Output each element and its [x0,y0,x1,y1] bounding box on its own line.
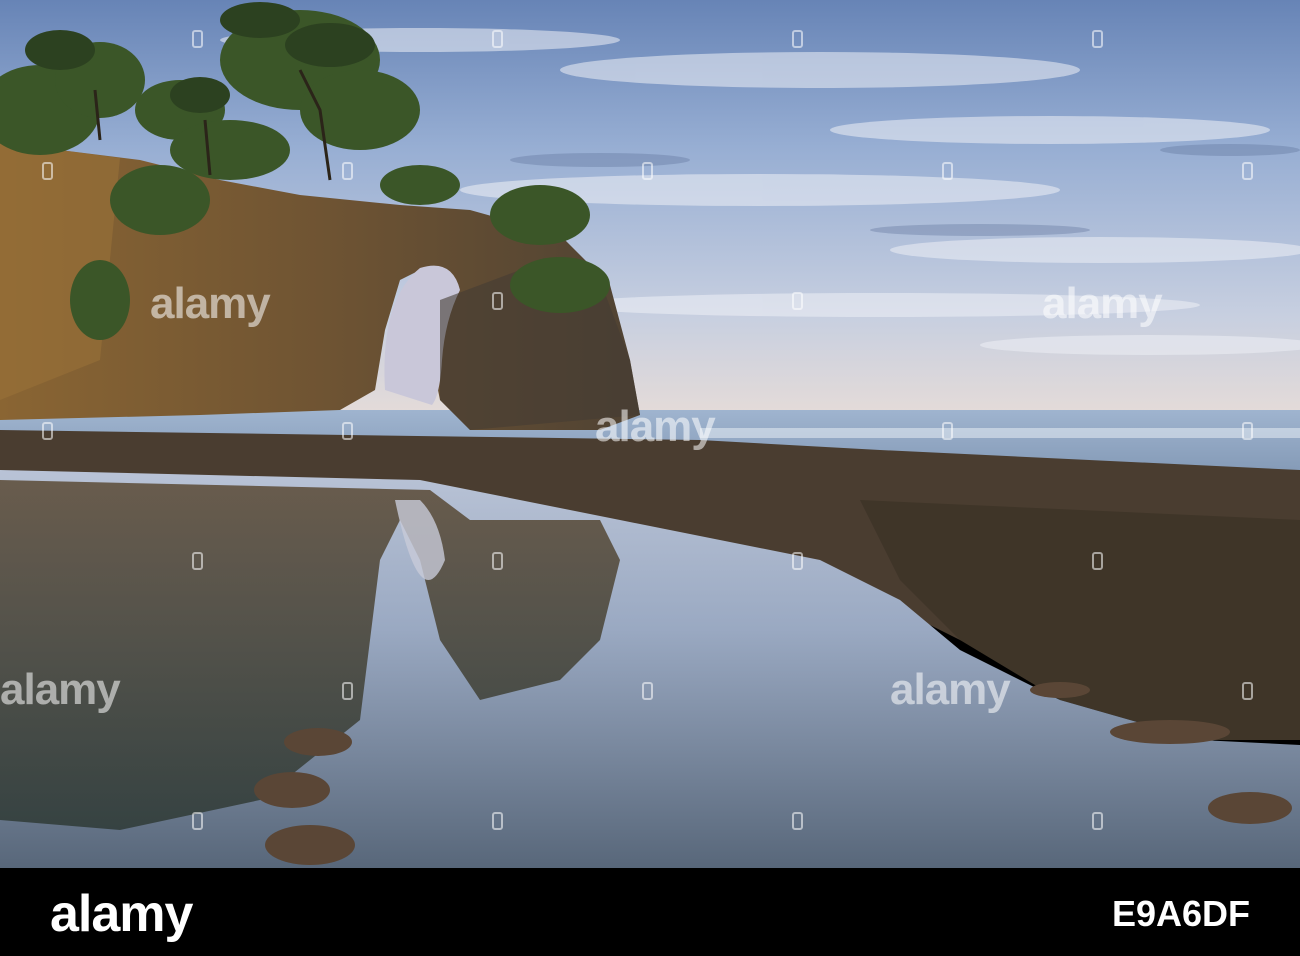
watermark-dot [642,162,653,180]
watermark-dot [342,162,353,180]
footer-bar: alamy E9A6DF [0,868,1300,956]
watermark-dot [492,292,503,310]
watermark-dot [492,812,503,830]
brand-logo: alamy [50,885,193,943]
watermark-dot [1242,162,1253,180]
watermark-dot [492,30,503,48]
watermark-dot [192,812,203,830]
watermark-dot [1242,682,1253,700]
seascape-photo [0,0,1300,868]
watermark-dot [642,682,653,700]
watermark-dot [342,682,353,700]
watermark-dot [1242,422,1253,440]
watermark-dot [792,292,803,310]
watermark-dot [792,812,803,830]
stock-photo-frame: alamy alamy alamy alamy alamy alamy E9A6… [0,0,1300,956]
watermark-dot [492,552,503,570]
watermark-dot [42,162,53,180]
surf [700,428,1300,438]
watermark-dot [792,552,803,570]
watermark-dot [942,162,953,180]
watermark-dot [342,422,353,440]
watermark-dot [1092,552,1103,570]
watermark-dot [792,30,803,48]
watermark-dot [942,422,953,440]
watermark-dot [42,422,53,440]
watermark-dot [192,552,203,570]
watermark-dot [192,30,203,48]
watermark-dot [1092,812,1103,830]
watermark-dot [1092,30,1103,48]
image-id: E9A6DF [1111,893,1250,934]
